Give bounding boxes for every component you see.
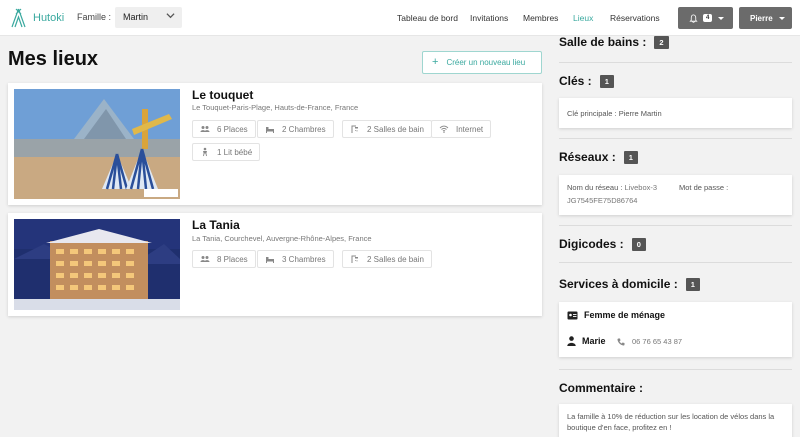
tipi-logo-icon <box>11 8 26 28</box>
nav-link-reservations[interactable]: Réservations <box>610 13 660 23</box>
notifications-button[interactable]: 4 <box>678 7 733 29</box>
person-name: Marie <box>582 336 606 346</box>
network-name: Livebox-3 <box>624 183 658 192</box>
brand-name: Hutoki <box>33 12 65 24</box>
network-card: Nom du réseau : Livebox-3 Mot de passe :… <box>559 175 792 215</box>
caret-down-icon <box>718 16 725 20</box>
count-badge: 2 <box>654 35 669 49</box>
user-menu-button[interactable]: Pierre <box>739 7 792 29</box>
bed-icon <box>266 257 274 263</box>
divider <box>559 62 792 63</box>
feature-label: 2 Chambres <box>282 124 326 134</box>
key-item: Clé principale : Pierre Martin <box>567 109 662 118</box>
place-photo <box>14 89 180 199</box>
feature-internet: Internet <box>431 120 492 138</box>
count-badge: 1 <box>623 150 638 164</box>
chevron-down-icon <box>166 13 175 19</box>
password-value[interactable]: JG7545FE75D86764 <box>567 196 637 205</box>
famille-select[interactable]: Martin <box>115 7 182 28</box>
section-title: Commentaire : <box>559 381 644 395</box>
service-title: Femme de ménage <box>567 310 665 320</box>
place-name[interactable]: Le touquet <box>192 88 253 102</box>
place-photo <box>14 219 180 310</box>
people-icon <box>200 126 210 132</box>
divider <box>559 138 792 139</box>
feature-chambres: 2 Chambres <box>257 120 334 138</box>
section-title: Digicodes : <box>559 237 624 251</box>
feature-label: 6 Places <box>217 124 248 134</box>
brand[interactable]: Hutoki <box>11 7 64 29</box>
feature-label: 2 Salles de bain <box>367 254 424 264</box>
shower-icon <box>351 255 358 263</box>
nav-link-tableau-de-bord[interactable]: Tableau de bord <box>397 13 458 23</box>
section-title: Salle de bains : <box>559 35 647 49</box>
section-reseaux: Réseaux : 1 <box>559 150 638 164</box>
section-title: Clés : <box>559 74 592 88</box>
comment-text: La famille à 10% de réduction sur les lo… <box>567 412 775 432</box>
section-title: Services à domicile : <box>559 277 678 291</box>
notifications-count-badge: 4 <box>703 14 713 22</box>
service-name: Femme de ménage <box>584 310 666 320</box>
nav-link-membres[interactable]: Membres <box>523 13 558 23</box>
phone-icon <box>617 338 625 345</box>
section-title: Réseaux : <box>559 150 616 164</box>
plus-icon: + <box>432 56 439 68</box>
caret-down-icon <box>778 16 785 20</box>
user-icon <box>567 336 576 346</box>
feature-label: 3 Chambres <box>282 254 326 264</box>
count-badge: 1 <box>599 74 614 88</box>
section-digicodes: Digicodes : 0 <box>559 237 646 251</box>
section-salle-de-bains: Salle de bains : 2 <box>559 35 669 49</box>
network-name-row: Nom du réseau : Livebox-3 <box>567 183 657 192</box>
service-phone[interactable]: 06 76 65 43 87 <box>617 337 682 346</box>
people-icon <box>200 256 210 262</box>
feature-salles-de-bain: 2 Salles de bain <box>342 250 432 268</box>
user-name: Pierre <box>750 13 773 23</box>
famille-select-value: Martin <box>123 12 149 22</box>
phone-number: 06 76 65 43 87 <box>632 337 683 346</box>
create-place-label: Créer un nouveau lieu <box>446 58 526 67</box>
create-place-button[interactable]: + Créer un nouveau lieu <box>422 51 542 74</box>
feature-chambres: 3 Chambres <box>257 250 334 268</box>
place-details-panel: Salle de bains : 2 Clés : 1 Clé principa… <box>551 35 800 437</box>
feature-label: 8 Places <box>217 254 248 264</box>
feature-salles-de-bain: 2 Salles de bain <box>342 120 432 138</box>
section-cles: Clés : 1 <box>559 74 614 88</box>
famille-label: Famille : <box>77 12 112 22</box>
feature-label: Internet <box>456 124 484 134</box>
place-card[interactable]: La Tania La Tania, Courchevel, Auvergne-… <box>8 213 542 316</box>
shower-icon <box>351 125 358 133</box>
network-name-label: Nom du réseau : <box>567 183 623 192</box>
divider <box>559 369 792 370</box>
section-commentaire: Commentaire : <box>559 381 643 395</box>
place-card[interactable]: Le touquet Le Touquet-Paris-Plage, Hauts… <box>8 83 542 205</box>
feature-places: 6 Places <box>192 120 256 138</box>
nav-link-lieux[interactable]: Lieux <box>573 13 593 23</box>
service-person: Marie <box>567 336 606 346</box>
feature-lit-bebe: 1 Lit bébé <box>192 143 261 161</box>
keys-card: Clé principale : Pierre Martin <box>559 98 792 128</box>
count-badge: 1 <box>685 277 700 291</box>
place-address: Le Touquet-Paris-Plage, Hauts-de-France,… <box>192 103 359 112</box>
id-card-icon <box>567 311 578 319</box>
page-title: Mes lieux <box>8 48 99 70</box>
wifi-icon <box>439 125 449 133</box>
count-badge: 0 <box>631 237 646 251</box>
password-label: Mot de passe : <box>679 183 729 192</box>
place-name[interactable]: La Tania <box>192 218 240 232</box>
section-services: Services à domicile : 1 <box>559 277 700 291</box>
baby-icon <box>203 147 207 157</box>
bed-icon <box>266 127 274 133</box>
divider <box>559 262 792 263</box>
feature-label: 1 Lit bébé <box>217 147 253 157</box>
bell-icon <box>689 13 698 23</box>
feature-places: 8 Places <box>192 250 256 268</box>
comment-card: La famille à 10% de réduction sur les lo… <box>559 404 792 437</box>
feature-label: 2 Salles de bain <box>367 124 424 134</box>
nav-link-invitations[interactable]: Invitations <box>470 13 508 23</box>
service-card: Femme de ménage Marie 06 76 65 43 87 <box>559 302 792 357</box>
top-navbar: Hutoki Famille : Martin Tableau de bord … <box>0 0 800 36</box>
divider <box>559 225 792 226</box>
place-address: La Tania, Courchevel, Auvergne-Rhône-Alp… <box>192 234 372 243</box>
